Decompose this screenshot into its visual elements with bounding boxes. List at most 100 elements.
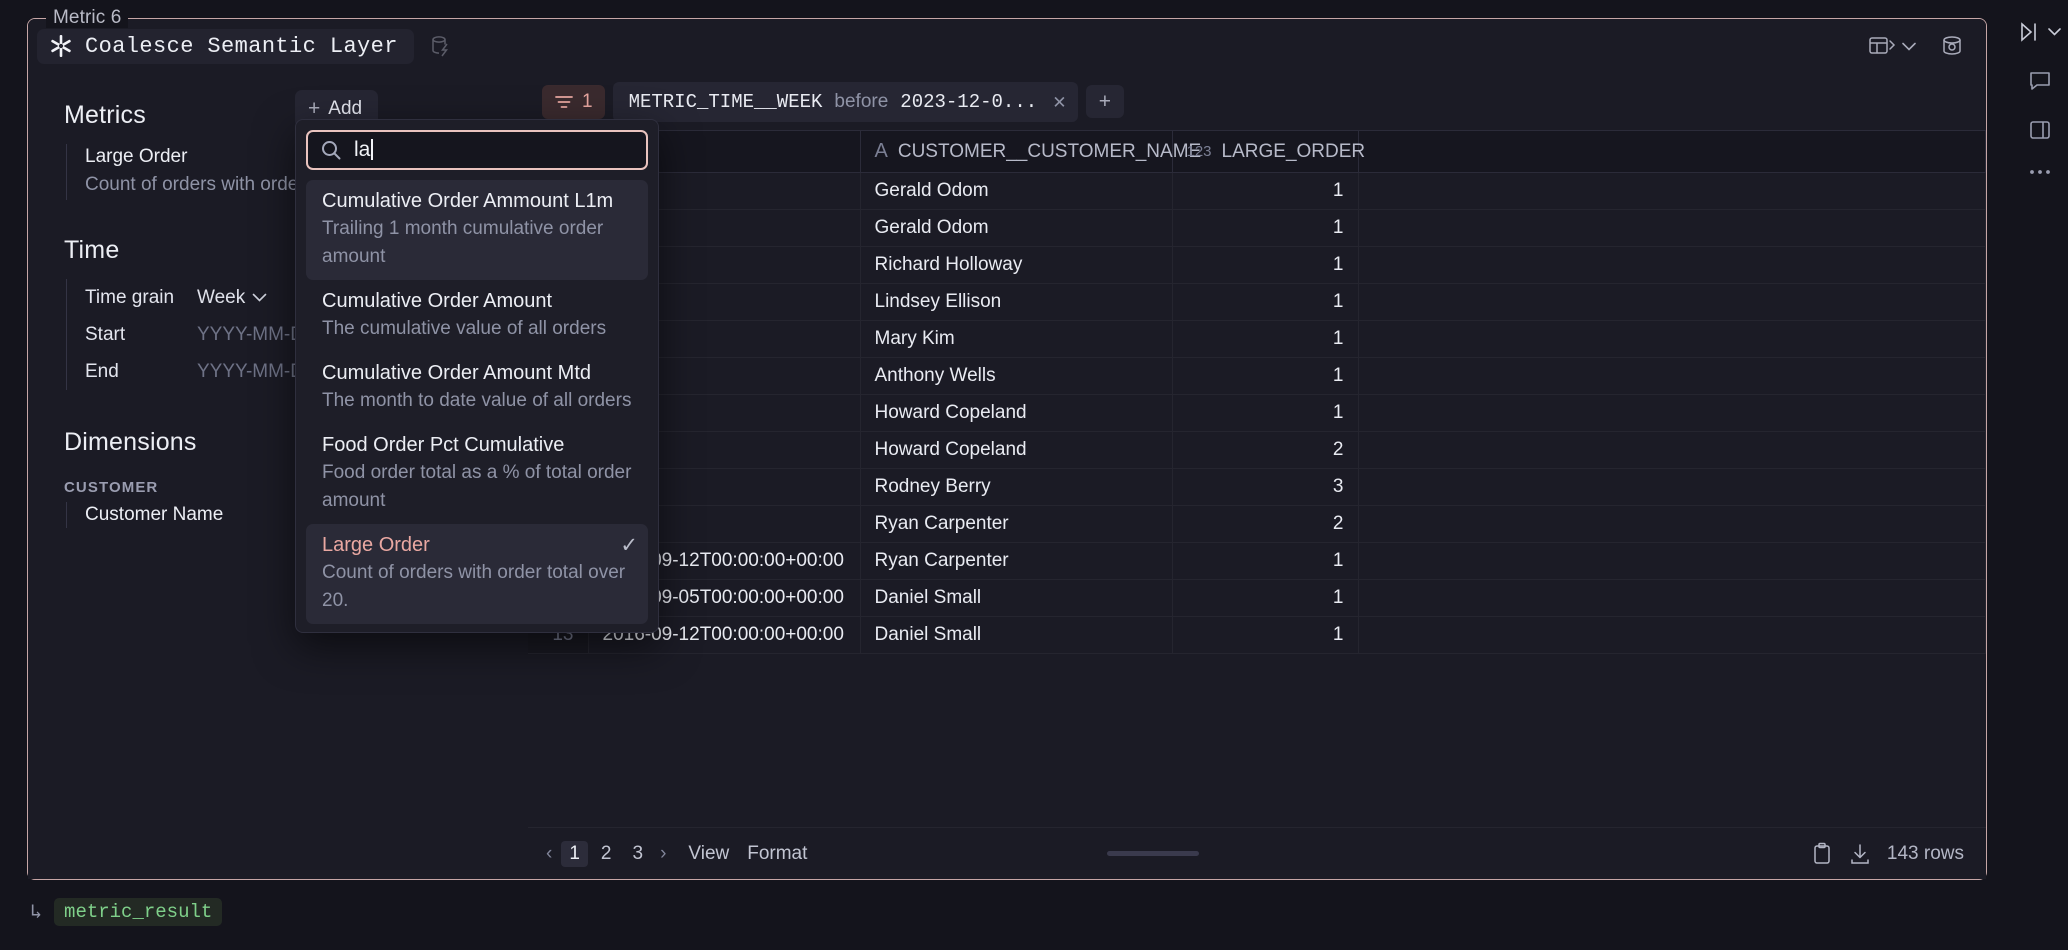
plus-icon: +: [308, 101, 320, 117]
cell-large-order: 1: [1172, 247, 1358, 284]
cell-large-order: 2: [1172, 506, 1358, 543]
close-icon[interactable]: ✕: [1049, 89, 1066, 115]
cell-name: Daniel Small: [860, 617, 1172, 654]
cell-large-order: 1: [1172, 210, 1358, 247]
next-page-button[interactable]: ›: [656, 843, 670, 865]
app-header: Coalesce Semantic Layer: [28, 19, 1986, 73]
horizontal-scrollbar[interactable]: [1107, 851, 1199, 856]
table-header-row: A CUSTOMER__CUSTOMER_NAME 123 LARGE_ORDE…: [528, 131, 1986, 173]
table-header-large-order-label: LARGE_ORDER: [1222, 141, 1366, 163]
filter-chip[interactable]: METRIC_TIME__WEEK before 2023-12-0... ✕: [613, 82, 1078, 122]
dropdown-option-cumulative-order-amount-mtd[interactable]: Cumulative Order Amount Mtd The month to…: [306, 352, 648, 424]
table-header-customer-name-label: CUSTOMER__CUSTOMER_NAME: [898, 141, 1201, 163]
comment-icon[interactable]: [2028, 68, 2052, 92]
cell-pad: [1358, 617, 1986, 654]
result-name-pill[interactable]: metric_result: [54, 898, 222, 926]
option-name: Cumulative Order Amount Mtd: [322, 359, 591, 387]
option-description: The month to date value of all orders: [322, 387, 638, 415]
table-row[interactable]: 10Ryan Carpenter2: [528, 506, 1986, 543]
run-icon: [2020, 22, 2042, 42]
prev-page-button[interactable]: ‹: [542, 843, 556, 865]
right-rail: [2012, 0, 2068, 950]
number-type-icon: 123: [1187, 143, 1212, 160]
filter-chip-operator: before: [834, 91, 888, 113]
check-icon: ✓: [620, 533, 638, 558]
cell-name: Ryan Carpenter: [860, 506, 1172, 543]
table-row[interactable]: 122016-09-05T00:00:00+00:00Daniel Small1: [528, 580, 1986, 617]
table-row[interactable]: 7Howard Copeland1: [528, 395, 1986, 432]
download-icon[interactable]: [1849, 842, 1871, 866]
dropdown-option-cumulative-order-amount[interactable]: Cumulative Order Amount The cumulative v…: [306, 280, 648, 352]
cell-pad: [1358, 358, 1986, 395]
more-options-icon[interactable]: [2028, 168, 2052, 176]
cell-pad: [1358, 321, 1986, 358]
cell-name: Howard Copeland: [860, 395, 1172, 432]
option-name: Cumulative Order Amount: [322, 287, 552, 315]
cell-pad: [1358, 173, 1986, 210]
cell-large-order: 1: [1172, 617, 1358, 654]
table-row[interactable]: 8Howard Copeland2: [528, 432, 1986, 469]
cell-name: Ryan Carpenter: [860, 543, 1172, 580]
cell-name: Anthony Wells: [860, 358, 1172, 395]
table-row[interactable]: 3Richard Holloway1: [528, 247, 1986, 284]
text-type-icon: A: [875, 140, 888, 163]
table-header-spacer: [1358, 131, 1986, 173]
table-row[interactable]: 112016-09-12T00:00:00+00:00Ryan Carpente…: [528, 543, 1986, 580]
clipboard-icon[interactable]: [1811, 842, 1833, 866]
page-button-1[interactable]: 1: [561, 841, 588, 867]
cell-pad: [1358, 543, 1986, 580]
table-row[interactable]: 4Lindsey Ellison1: [528, 284, 1986, 321]
dropdown-option-large-order[interactable]: Large Order ✓ Count of orders with order…: [306, 524, 648, 624]
table-header-customer-name[interactable]: A CUSTOMER__CUSTOMER_NAME: [860, 131, 1172, 173]
add-filter-button[interactable]: +: [1086, 85, 1124, 118]
format-button[interactable]: Format: [747, 843, 807, 865]
dropdown-option-food-order-pct-cumulative[interactable]: Food Order Pct Cumulative Food order tot…: [306, 424, 648, 524]
cell-legend: Metric 6: [46, 8, 128, 28]
results-table: A CUSTOMER__CUSTOMER_NAME 123 LARGE_ORDE…: [528, 130, 1986, 654]
end-label: End: [85, 361, 197, 383]
filter-bar: 1 METRIC_TIME__WEEK before 2023-12-0... …: [528, 73, 1986, 130]
panel-layout-icon[interactable]: [2028, 118, 2052, 142]
table-row[interactable]: 9Rodney Berry3: [528, 469, 1986, 506]
table-header-large-order[interactable]: 123 LARGE_ORDER: [1172, 131, 1358, 173]
table-row[interactable]: 1Gerald Odom1: [528, 173, 1986, 210]
page-button-3[interactable]: 3: [624, 841, 651, 867]
cell-pad: [1358, 284, 1986, 321]
search-icon: [320, 139, 342, 161]
app-title: Coalesce Semantic Layer: [85, 34, 398, 59]
cell-name: Rodney Berry: [860, 469, 1172, 506]
database-bolt-icon[interactable]: [428, 33, 454, 59]
table-row[interactable]: 6Anthony Wells1: [528, 358, 1986, 395]
option-name: Large Order: [322, 531, 430, 559]
cell-large-order: 3: [1172, 469, 1358, 506]
table-row[interactable]: 5Mary Kim1: [528, 321, 1986, 358]
table-view-dropdown[interactable]: [1868, 33, 1916, 59]
app-root: Metric 6 Coalesce Semantic Layer: [0, 0, 2068, 950]
database-view-icon[interactable]: [1938, 33, 1966, 59]
header-actions: [1868, 33, 1986, 59]
search-input[interactable]: la: [306, 130, 648, 170]
cell-name: Richard Holloway: [860, 247, 1172, 284]
time-grain-value: Week: [197, 287, 245, 309]
cell-name: Daniel Small: [860, 580, 1172, 617]
page-button-2[interactable]: 2: [593, 841, 620, 867]
dropdown-option-cumulative-order-ammount-l1m[interactable]: Cumulative Order Ammount L1m Trailing 1 …: [306, 180, 648, 280]
table-row[interactable]: 2Gerald Odom1: [528, 210, 1986, 247]
table-row[interactable]: 132016-09-12T00:00:00+00:00Daniel Small1: [528, 617, 1986, 654]
start-label: Start: [85, 324, 197, 346]
option-description: Trailing 1 month cumulative order amount: [322, 215, 638, 271]
option-name: Cumulative Order Ammount L1m: [322, 187, 613, 215]
run-cell-button[interactable]: [2020, 22, 2061, 42]
app-title-pill: Coalesce Semantic Layer: [37, 29, 414, 64]
table-footer: ‹ 1 2 3 › View Format: [528, 827, 1986, 879]
text-caret: [371, 139, 373, 160]
option-description: The cumulative value of all orders: [322, 315, 638, 343]
filter-count-badge[interactable]: 1: [542, 85, 605, 119]
filter-chip-field: METRIC_TIME__WEEK: [629, 91, 823, 113]
filter-chip-value: 2023-12-0...: [900, 91, 1037, 113]
time-grain-select[interactable]: Week: [197, 287, 267, 309]
filter-count-value: 1: [582, 91, 593, 113]
option-description: Count of orders with order total over 20…: [322, 559, 638, 615]
view-button[interactable]: View: [688, 843, 729, 865]
chevron-down-icon: [2048, 28, 2061, 36]
